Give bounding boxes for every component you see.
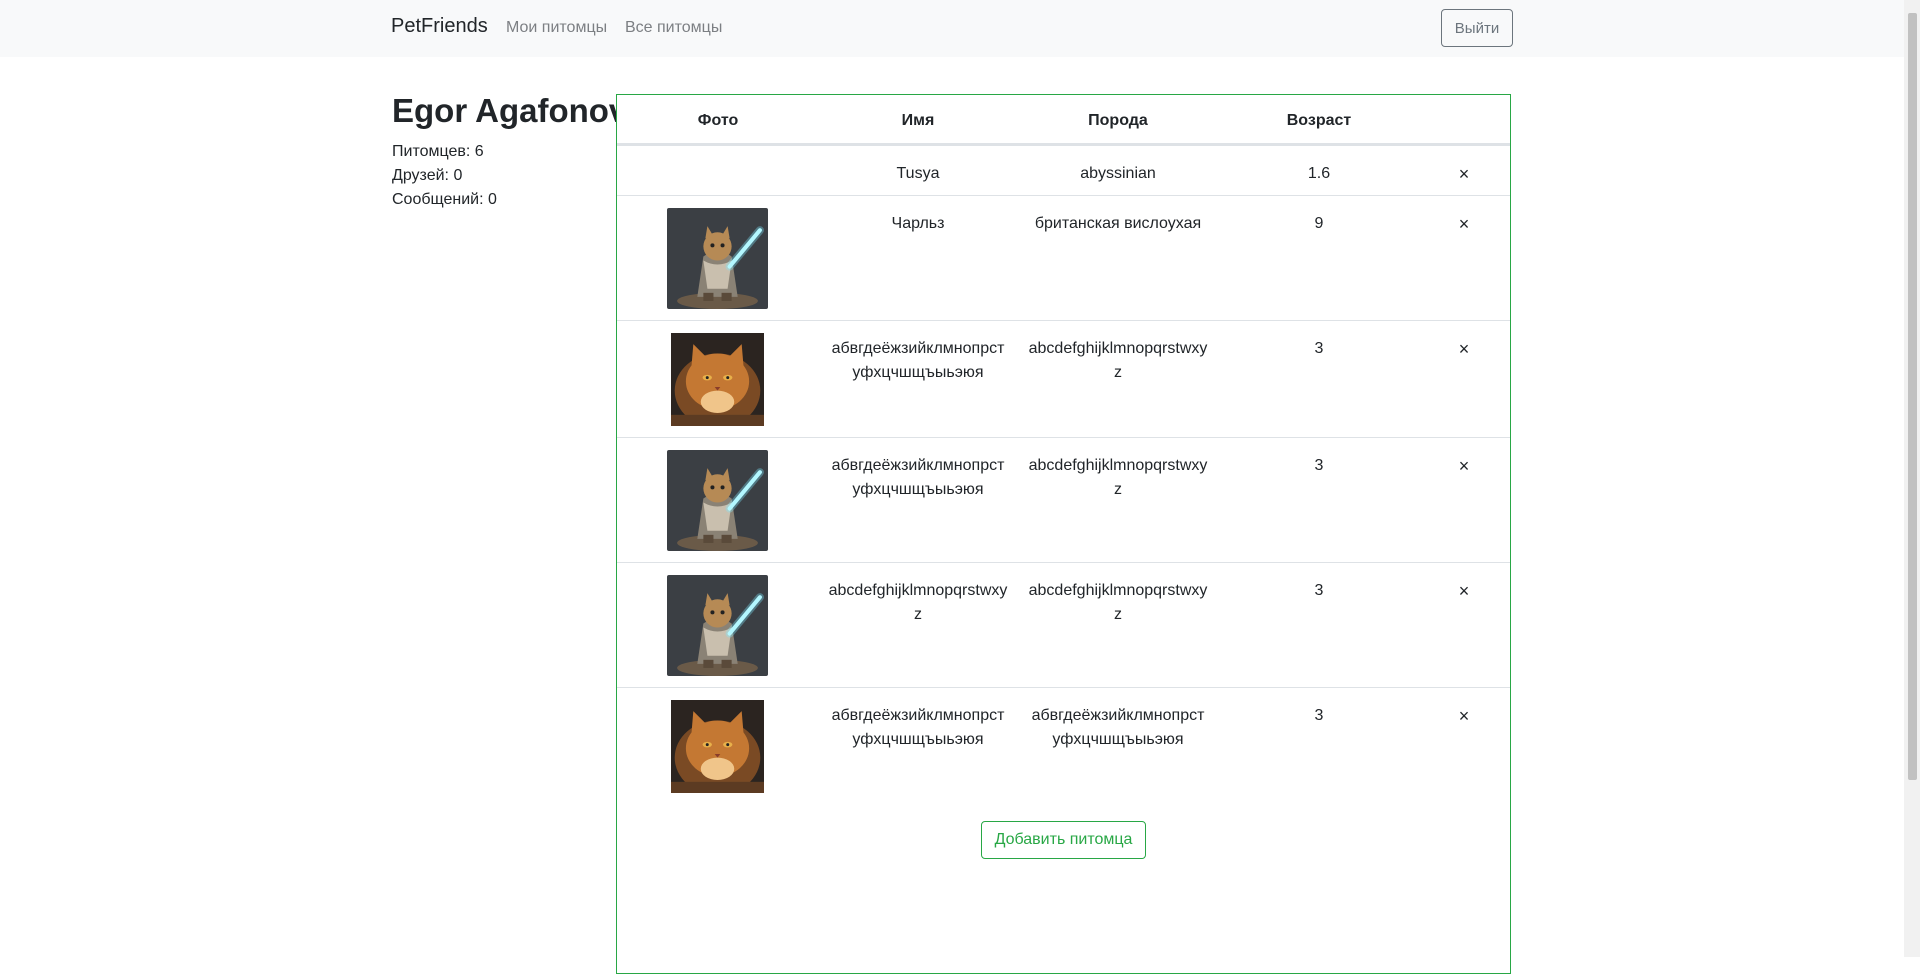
table-header: Фото Имя Порода Возраст [617, 95, 1510, 145]
brand-link[interactable]: PetFriends [391, 15, 488, 38]
header-name: Имя [901, 112, 935, 129]
pet-breed: британская вислоухая [1034, 215, 1202, 232]
page-scrollbar[interactable] [1904, 0, 1920, 957]
pet-photo [667, 208, 768, 309]
table-row: абвгдеёжзийклмнопрстуфхцчшщъыьэюя абвгде… [617, 687, 1510, 804]
friends-count: Друзей: 0 [392, 167, 463, 184]
delete-pet-icon[interactable]: × [1454, 454, 1474, 478]
table-row: abcdefghijklmnopqrstwxyz abcdefghijklmno… [617, 562, 1510, 687]
my-pets-table: Фото Имя Порода Возраст Tusya abyssinian… [616, 94, 1511, 974]
delete-pet-icon[interactable]: × [1454, 212, 1474, 236]
header-photo: Фото [697, 112, 739, 129]
pet-age: 3 [1314, 582, 1324, 599]
pet-name: абвгдеёжзийклмнопрстуфхцчшщъыьэюя [831, 457, 1005, 498]
logout-button[interactable]: Выйти [1441, 9, 1513, 47]
nav-my-pets[interactable]: Мои питомцы [506, 19, 607, 37]
scrollbar-thumb[interactable] [1908, 13, 1917, 780]
pet-breed: abcdefghijklmnopqrstwxyz [1028, 457, 1208, 498]
pet-name: Tusya [896, 165, 940, 182]
table-row: Tusya abyssinian 1.6 × [617, 145, 1510, 195]
profile-name: Egor Agafonov [392, 92, 628, 129]
pet-age: 3 [1314, 340, 1324, 357]
jedi-cat-image [667, 450, 768, 551]
pet-breed: abcdefghijklmnopqrstwxyz [1028, 340, 1208, 381]
pet-age: 3 [1314, 707, 1324, 724]
nav-all-pets[interactable]: Все питомцы [625, 19, 722, 37]
top-navbar: PetFriends Мои питомцы Все питомцы Выйти [0, 0, 1904, 57]
jedi-cat-image [667, 575, 768, 676]
header-breed: Порода [1088, 112, 1148, 129]
pet-name: абвгдеёжзийклмнопрстуфхцчшщъыьэюя [831, 340, 1005, 381]
pet-name: Чарльз [891, 215, 945, 232]
orange-cat-image [667, 333, 768, 426]
messages-count: Сообщений: 0 [392, 191, 497, 208]
delete-pet-icon[interactable]: × [1454, 704, 1474, 728]
add-pet-button[interactable]: Добавить питомца [981, 821, 1146, 859]
delete-pet-icon[interactable]: × [1454, 337, 1474, 361]
profile-panel: Egor Agafonov Питомцев: 6 Друзей: 0 Сооб… [392, 92, 628, 212]
table-row: абвгдеёжзийклмнопрстуфхцчшщъыьэюя abcdef… [617, 320, 1510, 437]
pet-name: абвгдеёжзийклмнопрстуфхцчшщъыьэюя [831, 707, 1005, 748]
delete-pet-icon[interactable]: × [1454, 162, 1474, 186]
table-row: Чарльз британская вислоухая 9 × [617, 195, 1510, 320]
pet-age: 1.6 [1307, 165, 1331, 182]
pet-breed: abcdefghijklmnopqrstwxyz [1028, 582, 1208, 623]
orange-cat-image [667, 700, 768, 793]
pet-breed: abyssinian [1080, 165, 1156, 182]
pet-photo [667, 333, 768, 426]
jedi-cat-image [667, 208, 768, 309]
pet-name: abcdefghijklmnopqrstwxyz [828, 582, 1008, 623]
pets-count: Питомцев: 6 [392, 143, 484, 160]
pet-photo [667, 700, 768, 793]
table-row: абвгдеёжзийклмнопрстуфхцчшщъыьэюя abcdef… [617, 437, 1510, 562]
pet-photo [667, 450, 768, 551]
pet-breed: абвгдеёжзийклмнопрстуфхцчшщъыьэюя [1031, 707, 1205, 748]
pet-age: 3 [1314, 457, 1324, 474]
pet-age: 9 [1314, 215, 1324, 232]
header-age: Возраст [1286, 112, 1352, 129]
delete-pet-icon[interactable]: × [1454, 579, 1474, 603]
pet-photo [667, 575, 768, 676]
